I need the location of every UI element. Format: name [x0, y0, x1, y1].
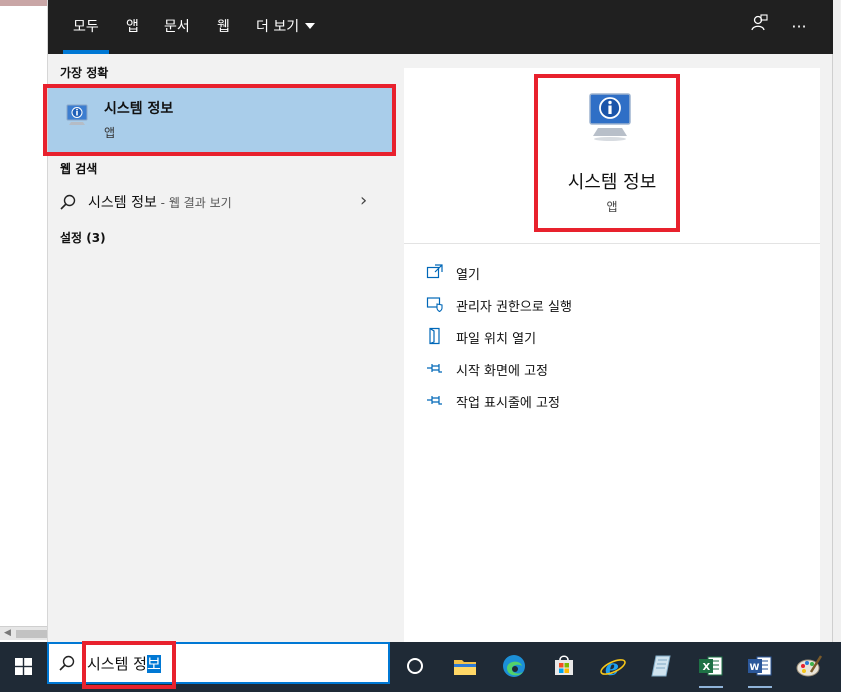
- action-open[interactable]: 열기: [426, 261, 806, 285]
- system-info-icon: [66, 104, 88, 125]
- web-search-query: 시스템 정보: [88, 195, 157, 211]
- best-match-heading: 가장 정확: [60, 66, 109, 80]
- svg-text:e: e: [605, 655, 619, 681]
- taskbar: 시스템 정보 e X W: [0, 641, 841, 692]
- paint-icon[interactable]: [793, 650, 825, 682]
- action-pin-to-taskbar[interactable]: 작업 표시줄에 고정: [426, 389, 806, 413]
- pin-icon: [427, 364, 442, 373]
- ie-icon[interactable]: e: [597, 650, 629, 682]
- web-search-item[interactable]: 시스템 정보 - 웹 결과 보기 ›: [48, 186, 396, 218]
- caret-down-icon: [305, 23, 316, 29]
- file-explorer-icon[interactable]: [449, 650, 481, 682]
- chevron-right-icon[interactable]: ›: [360, 190, 367, 211]
- feedback-person-icon[interactable]: [746, 14, 772, 40]
- tab-documents[interactable]: 문서: [164, 0, 190, 54]
- preview-hero: 시스템 정보 앱: [404, 68, 820, 244]
- edge-icon[interactable]: [498, 650, 530, 682]
- excel-icon[interactable]: X: [695, 650, 727, 688]
- preview-app-type: 앱: [606, 200, 618, 214]
- preview-card: 시스템 정보 앱 열기 관리자 권한으로 실행 파일 위치 열기 시작 화면에 …: [404, 68, 820, 642]
- search-panel: 모두 앱 문서 웹 더 보기 ··· 가장 정확 시스템 정보 앱 웹 검색 시…: [43, 0, 833, 642]
- windows-logo-icon: [15, 658, 32, 675]
- store-icon[interactable]: [548, 650, 580, 682]
- run-as-admin-icon: [426, 297, 443, 313]
- ellipsis-icon[interactable]: ···: [786, 14, 812, 40]
- svg-text:X: X: [703, 662, 711, 673]
- settings-heading[interactable]: 설정 (3): [60, 229, 106, 246]
- taskbar-search-box[interactable]: 시스템 정보: [47, 642, 390, 684]
- pin-icon: [427, 396, 442, 405]
- open-icon: [426, 264, 443, 279]
- scroll-left-icon[interactable]: ◀: [4, 628, 11, 638]
- horizontal-scrollbar[interactable]: ◀: [0, 626, 47, 640]
- tab-more[interactable]: 더 보기: [256, 0, 316, 54]
- action-run-as-admin[interactable]: 관리자 권한으로 실행: [426, 293, 806, 317]
- search-selection: 보: [146, 655, 161, 673]
- search-input[interactable]: 시스템 정보: [87, 653, 161, 674]
- search-icon: [60, 194, 76, 210]
- web-search-suffix: - 웹 결과 보기: [156, 196, 232, 210]
- desktop-scrollbar[interactable]: [832, 0, 841, 642]
- preview-app-name: 시스템 정보: [567, 172, 657, 193]
- tab-web[interactable]: 웹: [217, 0, 230, 54]
- best-match-type: 앱: [104, 126, 116, 140]
- svg-text:W: W: [750, 663, 760, 673]
- best-match-item[interactable]: 시스템 정보 앱: [48, 88, 396, 154]
- search-tabs-bar: 모두 앱 문서 웹 더 보기 ···: [48, 0, 833, 54]
- word-icon[interactable]: W: [744, 650, 776, 688]
- web-search-heading: 웹 검색: [60, 162, 98, 176]
- tab-apps[interactable]: 앱: [126, 0, 139, 54]
- start-button[interactable]: [0, 642, 47, 692]
- task-view-icon[interactable]: [399, 650, 431, 682]
- search-icon: [59, 655, 75, 671]
- system-info-icon: [589, 93, 631, 141]
- action-open-file-location[interactable]: 파일 위치 열기: [426, 325, 806, 349]
- notepad-icon[interactable]: [646, 650, 678, 682]
- action-pin-to-start[interactable]: 시작 화면에 고정: [426, 357, 806, 381]
- best-match-name: 시스템 정보: [104, 101, 174, 117]
- tab-all[interactable]: 모두: [63, 0, 109, 54]
- file-location-icon: [429, 327, 440, 345]
- scroll-thumb[interactable]: [16, 630, 47, 638]
